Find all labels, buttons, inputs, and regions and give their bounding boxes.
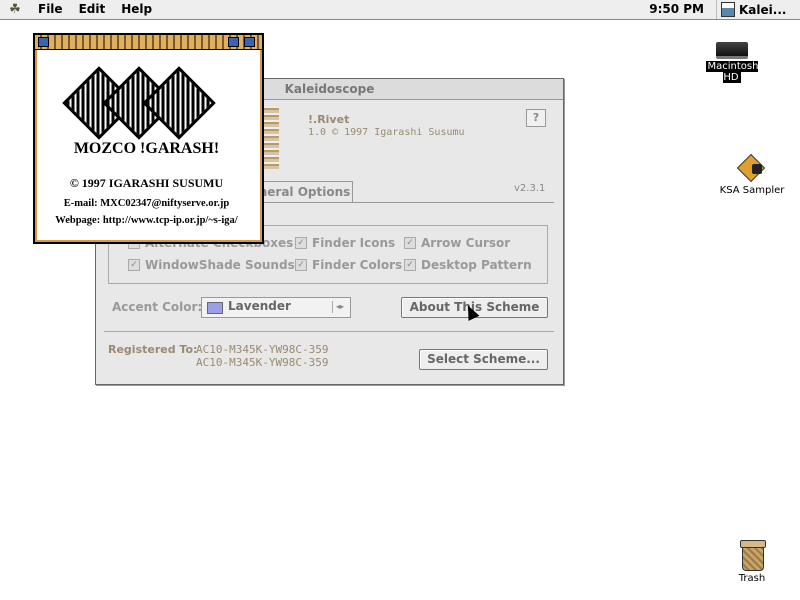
checkbox-check-icon: ✓ [404, 259, 416, 271]
close-box-icon[interactable] [38, 37, 49, 47]
tab-general-options[interactable]: neral Options [256, 181, 353, 202]
checkbox-check-icon: ✓ [295, 259, 307, 271]
desktop-icon-trash[interactable]: Trash [726, 540, 778, 584]
registered-to-label: Registered To: [108, 343, 198, 356]
trash-icon [739, 540, 766, 571]
popup-arrow-icon: ◂▸ [332, 301, 347, 313]
ksa-sampler-icon [736, 153, 767, 183]
zoom-box-icon[interactable] [228, 37, 239, 47]
apple-menu-icon[interactable]: ☘ [0, 2, 30, 17]
registration-code-2: AC10-M345K-YW98C-359 [196, 356, 329, 369]
about-scheme-window: MOZCO !GARASH! © 1997 IGARASHI SUSUMU E-… [33, 33, 264, 244]
help-button[interactable]: ? [526, 109, 546, 127]
menu-help[interactable]: Help [113, 0, 160, 19]
desktop-icon-ksa-sampler[interactable]: KSA Sampler [716, 153, 788, 196]
checkbox-desktop-pattern[interactable]: ✓ Desktop Pattern [404, 258, 532, 272]
checkbox-check-icon: ✓ [404, 237, 416, 249]
collapse-box-icon[interactable] [244, 37, 255, 47]
select-scheme-button[interactable]: Select Scheme... [419, 349, 548, 370]
version-label: v2.3.1 [514, 183, 546, 194]
accent-swatch [207, 302, 223, 314]
menu-clock[interactable]: 9:50 PM [649, 0, 704, 19]
registration-code-1: AC10-M345K-YW98C-359 [196, 343, 329, 356]
menu-file[interactable]: File [30, 0, 71, 19]
checkbox-arrow-cursor[interactable]: ✓ Arrow Cursor [404, 236, 510, 250]
application-name: Kalei... [739, 2, 787, 17]
mozco-logo-image [62, 65, 235, 147]
desktop-icon-label: Trash [738, 573, 766, 584]
about-title-bar[interactable] [35, 35, 262, 50]
accent-color-value: Lavender [228, 299, 291, 313]
scheme-name: !.Rivet [308, 113, 350, 126]
scheme-info: 1.0 © 1997 Igarashi Susumu [308, 127, 465, 138]
accent-color-label: Accent Color: [112, 300, 203, 314]
application-menu[interactable]: Kalei... [716, 0, 800, 19]
application-icon [721, 2, 735, 17]
checkbox-finder-icons[interactable]: ✓ Finder Icons [295, 236, 395, 250]
checkbox-finder-colors[interactable]: ✓ Finder Colors [295, 258, 402, 272]
about-webpage: Webpage: http://www.tcp-ip.or.jp/~s-iga/ [55, 215, 238, 226]
accent-color-popup[interactable]: Lavender ◂▸ [201, 297, 351, 318]
checkbox-check-icon: ✓ [128, 259, 140, 271]
hard-disk-icon [716, 42, 748, 59]
desktop-icon-label: Macintosh HD [705, 61, 759, 83]
about-email: E-mail: MXC02347@niftyserve.or.jp [63, 198, 230, 209]
logo-text: MOZCO !GARASH! [73, 140, 220, 157]
desktop-icon-macintosh-hd[interactable]: Macintosh HD [696, 42, 768, 83]
desktop-icon-label: KSA Sampler [719, 185, 785, 196]
menu-bar: ☘ File Edit Help 9:50 PM Kalei... [0, 0, 800, 20]
divider [104, 331, 554, 332]
checkbox-windowshade-sounds[interactable]: ✓ WindowShade Sounds [128, 258, 295, 272]
menu-edit[interactable]: Edit [71, 0, 114, 19]
checkbox-check-icon: ✓ [295, 237, 307, 249]
about-copyright: © 1997 IGARASHI SUSUMU [69, 176, 224, 190]
